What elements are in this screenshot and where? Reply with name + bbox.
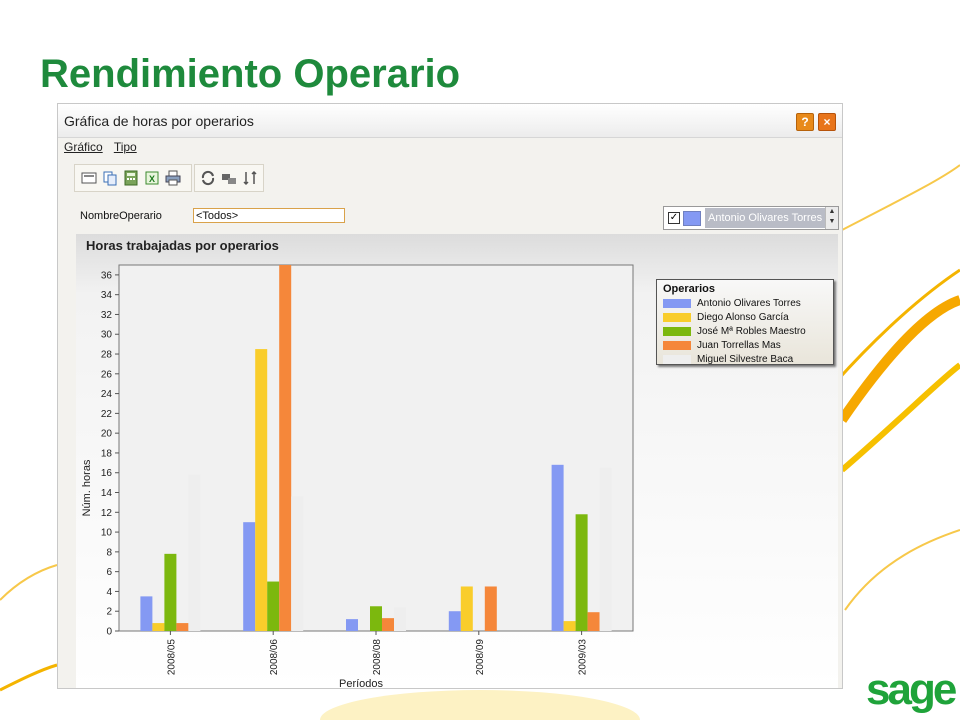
sage-logo: sage (866, 665, 957, 714)
legend-swatch (663, 299, 691, 308)
legend-swatch (663, 355, 691, 364)
chart-window: Gráfica de horas por operarios ? × Gráfi… (57, 103, 843, 689)
y-tick-label: 24 (101, 389, 113, 400)
bar (382, 618, 394, 631)
bar (346, 619, 358, 631)
export-excel-icon[interactable]: X (144, 170, 160, 186)
legend-title: Operarios (663, 283, 715, 295)
y-axis-label: Núm. horas (81, 459, 93, 516)
y-tick-label: 30 (101, 330, 113, 341)
legend-label: Diego Alonso García (697, 312, 789, 323)
x-tick-label: 2009/03 (578, 639, 589, 676)
menu-grafico[interactable]: Gráfico (64, 140, 103, 154)
bar (188, 474, 201, 631)
y-tick-label: 18 (101, 448, 113, 459)
slide-title: Rendimiento Operario (40, 52, 461, 96)
window-title: Gráfica de horas por operarios (64, 113, 254, 129)
y-tick-label: 0 (106, 627, 112, 638)
bar (484, 586, 497, 631)
legend-swatch (663, 313, 691, 322)
y-tick-label: 26 (101, 369, 113, 380)
svg-text:X: X (149, 174, 155, 184)
legend-item: Miguel Silvestre Baca (663, 354, 793, 366)
y-tick-label: 8 (106, 547, 112, 558)
series-color-swatch (683, 211, 701, 226)
bar (448, 611, 461, 631)
chart-switch-icon[interactable] (221, 170, 237, 186)
y-tick-label: 12 (101, 508, 113, 519)
x-axis-label: Períodos (339, 678, 384, 688)
bar (279, 265, 292, 631)
chart-legend: Operarios Antonio Olivares Torres Diego … (656, 279, 834, 365)
x-tick-label: 2008/06 (269, 639, 280, 676)
y-tick-label: 6 (106, 567, 112, 578)
legend-label: Juan Torrellas Mas (697, 340, 781, 351)
bar (255, 349, 268, 631)
menu-bar: Gráfico Tipo (64, 140, 145, 160)
series-scroll-arrows[interactable]: ▲ ▼ (825, 207, 838, 229)
y-tick-label: 4 (106, 587, 112, 598)
y-tick-label: 10 (101, 528, 113, 539)
y-tick-label: 20 (101, 429, 113, 440)
y-tick-label: 16 (101, 468, 113, 479)
legend-label: Antonio Olivares Torres (697, 298, 801, 309)
help-button[interactable]: ? (796, 113, 814, 131)
chart-area: Horas trabajadas por operarios 0 2 4 6 8 10 12… (76, 234, 838, 688)
toolbar-group-2 (194, 164, 264, 192)
x-tick-label: 2008/08 (372, 639, 383, 676)
bar (140, 596, 153, 631)
print-icon[interactable] (165, 170, 181, 186)
copy-icon[interactable] (102, 170, 118, 186)
toolbar-group-1: X (74, 164, 192, 192)
series-checkbox[interactable]: ✓ (668, 212, 680, 224)
series-selected-label: Antonio Olivares Torres (705, 208, 825, 228)
legend-label: José Mª Robles Maestro (697, 326, 806, 337)
y-tick-label: 28 (101, 350, 113, 361)
series-selector[interactable]: ✓ Antonio Olivares Torres ▲ ▼ (663, 206, 839, 230)
bar (563, 621, 576, 631)
bar (176, 623, 189, 631)
bar (267, 581, 280, 631)
view-icon[interactable] (81, 170, 97, 186)
filter-label: NombreOperario (80, 210, 162, 222)
rotate-icon[interactable] (242, 170, 258, 186)
y-tick-label: 36 (101, 270, 113, 281)
legend-swatch (663, 341, 691, 350)
legend-swatch (663, 327, 691, 336)
y-tick-label: 32 (101, 310, 113, 321)
refresh-icon[interactable] (200, 170, 216, 186)
bar (152, 623, 165, 631)
operator-name-input[interactable] (193, 208, 345, 223)
bar (370, 606, 382, 631)
x-tick-label: 2008/05 (166, 639, 177, 676)
bar (291, 496, 304, 631)
window-titlebar: Gráfica de horas por operarios ? × (58, 104, 842, 138)
bar (551, 464, 564, 631)
menu-tipo[interactable]: Tipo (114, 140, 137, 154)
legend-item: José Mª Robles Maestro (663, 326, 806, 338)
close-button[interactable]: × (818, 113, 836, 131)
legend-label: Miguel Silvestre Baca (697, 354, 794, 365)
bar (575, 514, 588, 631)
y-tick-label: 14 (101, 488, 113, 499)
bar (243, 522, 256, 631)
y-tick-label: 2 (106, 607, 112, 618)
bar (599, 467, 612, 631)
legend-item: Antonio Olivares Torres (663, 298, 801, 310)
legend-item: Diego Alonso García (663, 312, 789, 324)
bar (460, 586, 473, 631)
bar (394, 607, 406, 631)
y-tick-label: 22 (101, 409, 113, 420)
calculator-icon[interactable] (123, 170, 139, 186)
y-tick-label: 34 (101, 290, 113, 301)
x-tick-label: 2008/09 (475, 639, 486, 676)
bar (587, 612, 600, 631)
bar (164, 553, 177, 631)
legend-item: Juan Torrellas Mas (663, 340, 781, 352)
